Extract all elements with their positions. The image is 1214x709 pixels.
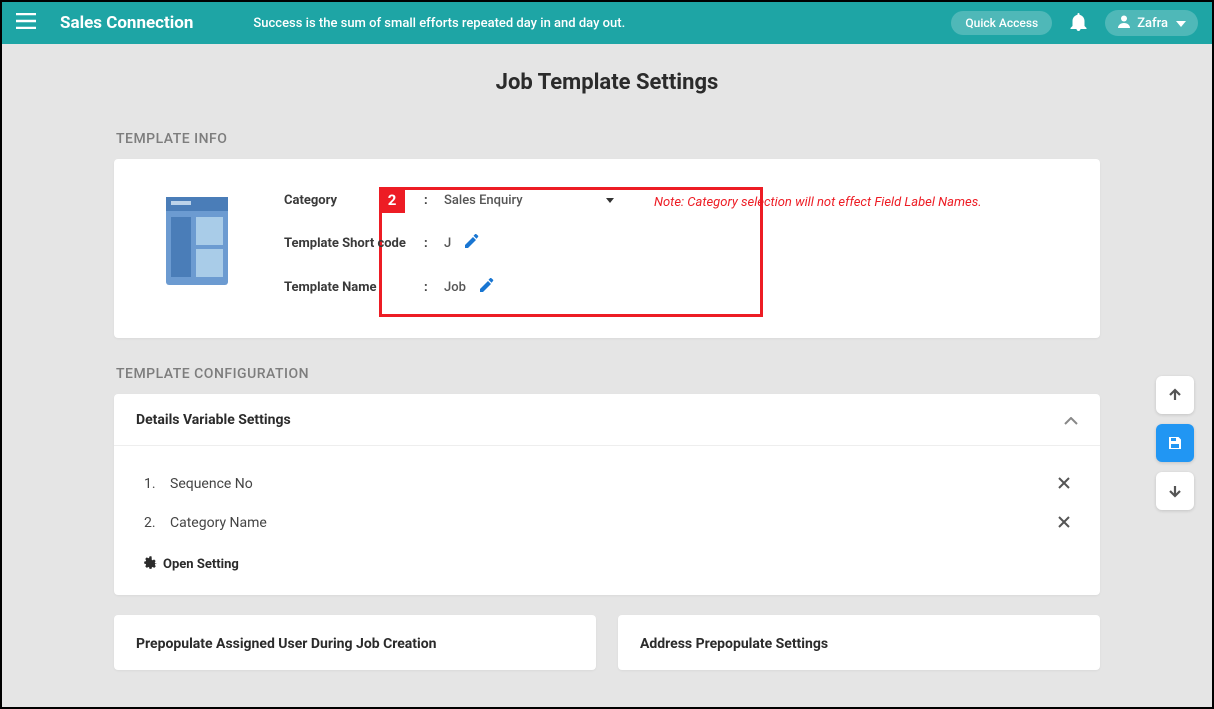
bell-icon[interactable]: [1070, 12, 1087, 35]
save-button[interactable]: [1156, 424, 1194, 462]
category-note: Note: Category selection will not effect…: [654, 195, 982, 210]
scroll-up-button[interactable]: [1156, 376, 1194, 414]
tagline-text: Success is the sum of small efforts repe…: [253, 16, 951, 31]
dropdown-caret-icon: [606, 198, 614, 203]
brand-title: Sales Connection: [60, 13, 193, 33]
save-icon: [1167, 435, 1183, 451]
list-item-number: 2.: [144, 515, 170, 531]
name-label: Template Name: [284, 280, 424, 295]
pencil-icon: [480, 278, 494, 292]
chevron-down-icon: [1176, 16, 1186, 31]
address-prepopulate-card[interactable]: Address Prepopulate Settings: [618, 615, 1100, 670]
card-title: Address Prepopulate Settings: [640, 636, 828, 652]
page-title: Job Template Settings: [114, 70, 1100, 95]
template-info-form: Category : Sales Enquiry Template Short …: [284, 193, 982, 296]
shortcode-label: Template Short code: [284, 236, 424, 251]
accordion-header[interactable]: Details Variable Settings: [114, 394, 1100, 446]
list-item: 1. Sequence No: [144, 464, 1070, 503]
category-dropdown[interactable]: Sales Enquiry: [444, 193, 614, 208]
user-menu[interactable]: Zafra: [1105, 10, 1198, 36]
user-name: Zafra: [1137, 16, 1168, 31]
list-item-label: Sequence No: [170, 476, 253, 492]
section-heading-template-info: TEMPLATE INFO: [116, 131, 1100, 147]
category-row: Category : Sales Enquiry: [284, 193, 614, 208]
person-icon: [1117, 14, 1131, 32]
name-row: Template Name : Job: [284, 278, 614, 296]
arrow-up-icon: [1168, 388, 1182, 402]
hamburger-icon[interactable]: [16, 13, 36, 33]
gear-icon: [144, 556, 157, 573]
pencil-icon: [465, 234, 479, 248]
edit-name-button[interactable]: [480, 278, 494, 296]
top-bar: Sales Connection Success is the sum of s…: [2, 2, 1212, 44]
shortcode-value: J: [444, 236, 451, 251]
arrow-down-icon: [1168, 484, 1182, 498]
open-setting-label: Open Setting: [163, 557, 239, 572]
quick-access-button[interactable]: Quick Access: [951, 11, 1052, 35]
template-icon: [162, 197, 232, 285]
section-heading-template-config: TEMPLATE CONFIGURATION: [116, 366, 1100, 382]
scroll-down-button[interactable]: [1156, 472, 1194, 510]
prepopulate-user-card[interactable]: Prepopulate Assigned User During Job Cre…: [114, 615, 596, 670]
list-item: 2. Category Name: [144, 503, 1070, 542]
list-item-number: 1.: [144, 476, 170, 492]
page-content: Job Template Settings TEMPLATE INFO 2 Ca…: [2, 44, 1212, 670]
category-label: Category: [284, 193, 424, 208]
lower-cards-row: Prepopulate Assigned User During Job Cre…: [114, 615, 1100, 670]
accordion-body: 1. Sequence No 2. Category Name: [114, 446, 1100, 595]
template-info-card: 2 Category : Sales Enquiry: [114, 159, 1100, 338]
close-icon: [1058, 516, 1070, 528]
floating-buttons: [1156, 376, 1194, 510]
list-item-label: Category Name: [170, 515, 267, 531]
details-variable-settings-card: Details Variable Settings 1. Sequence No…: [114, 394, 1100, 595]
card-title: Prepopulate Assigned User During Job Cre…: [136, 636, 436, 652]
accordion-title: Details Variable Settings: [136, 412, 291, 428]
edit-shortcode-button[interactable]: [465, 234, 479, 252]
remove-item-button[interactable]: [1058, 474, 1070, 493]
chevron-up-icon: [1064, 410, 1078, 429]
remove-item-button[interactable]: [1058, 513, 1070, 532]
name-value: Job: [444, 280, 466, 295]
close-icon: [1058, 477, 1070, 489]
shortcode-row: Template Short code : J: [284, 234, 614, 252]
open-setting-button[interactable]: Open Setting: [144, 556, 1070, 573]
category-value: Sales Enquiry: [444, 193, 523, 208]
